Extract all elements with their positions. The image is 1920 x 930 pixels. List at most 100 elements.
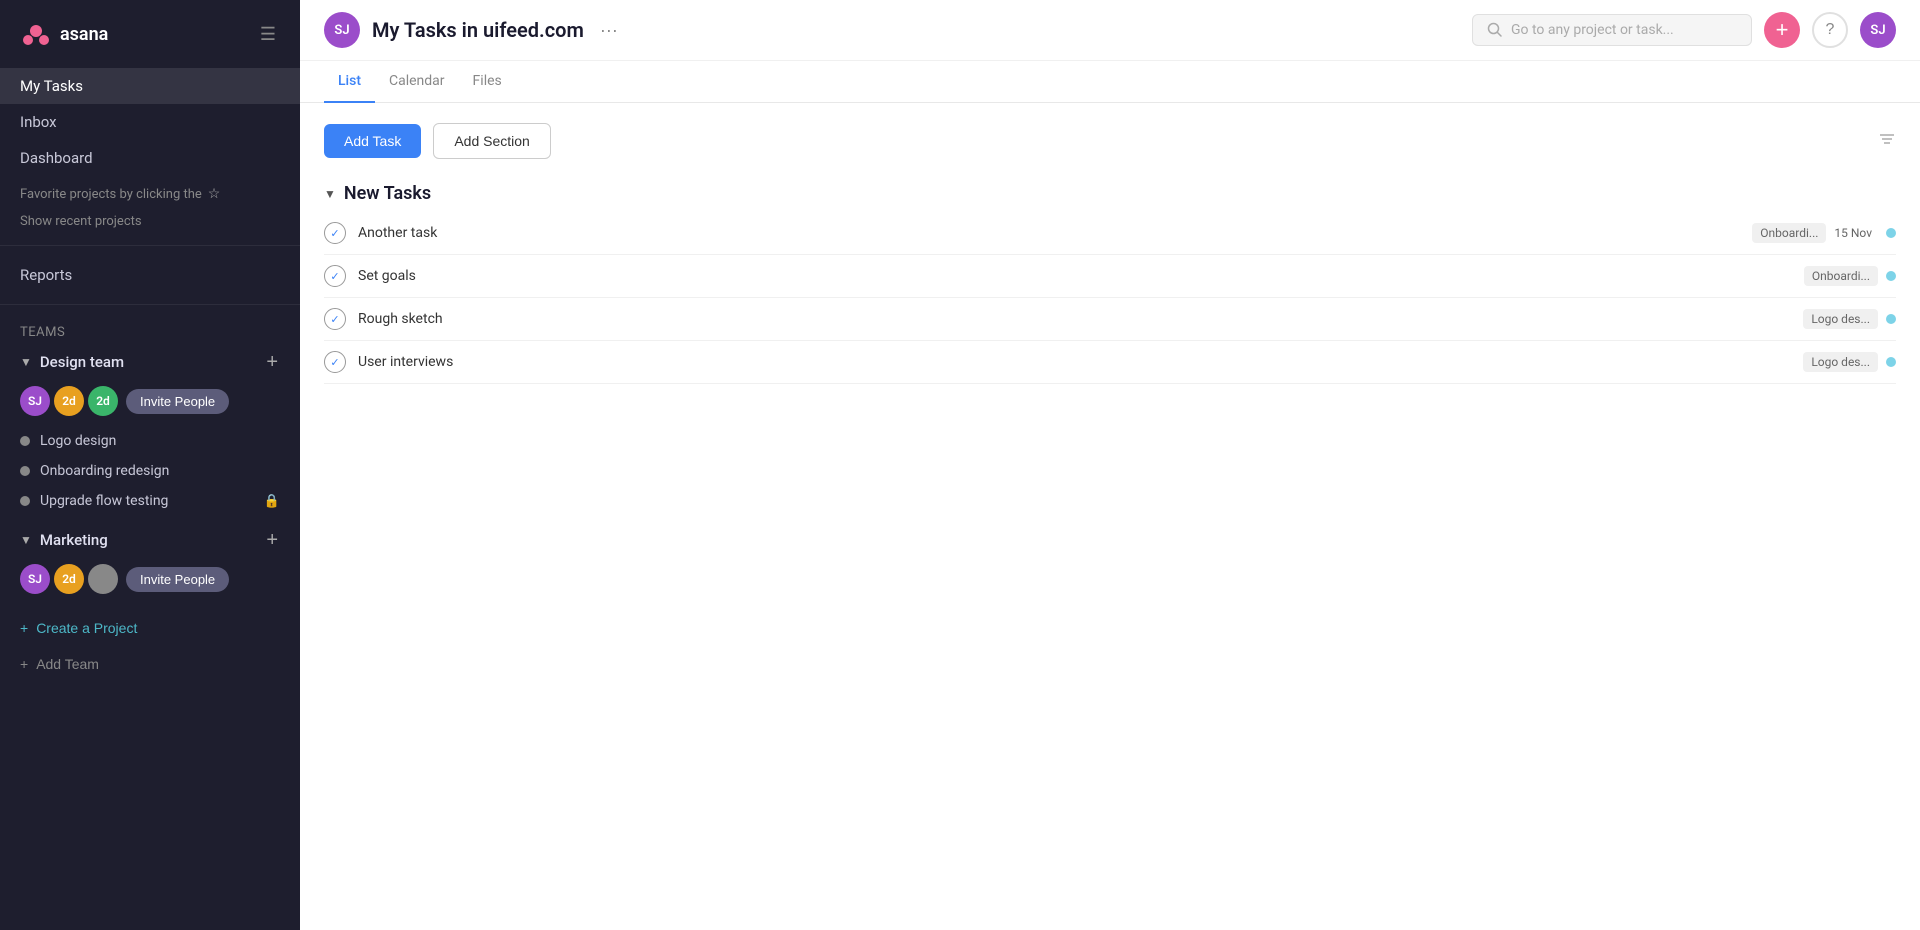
- avatar: 2d: [54, 386, 84, 416]
- sidebar-item-label: Dashboard: [20, 149, 93, 167]
- avatar: SJ: [20, 386, 50, 416]
- task-tag-2: Logo des...: [1803, 309, 1878, 329]
- task-name-2: Rough sketch: [358, 311, 1803, 327]
- table-row[interactable]: ✓ User interviews Logo des...: [324, 341, 1896, 384]
- task-dot-2: [1886, 314, 1896, 324]
- task-check-1[interactable]: ✓: [324, 265, 346, 287]
- chevron-down-icon: ▼: [20, 533, 32, 547]
- tabs-bar: List Calendar Files: [300, 61, 1920, 103]
- marketing-team-invite-button[interactable]: Invite People: [126, 567, 229, 592]
- table-row[interactable]: ✓ Set goals Onboardi...: [324, 255, 1896, 298]
- task-tags-3: Logo des...: [1803, 352, 1896, 372]
- sidebar-item-my-tasks[interactable]: My Tasks: [0, 68, 300, 104]
- team-design-members: SJ 2d 2d Invite People: [0, 380, 300, 426]
- tab-files[interactable]: Files: [459, 61, 516, 103]
- task-check-2[interactable]: ✓: [324, 308, 346, 330]
- help-button[interactable]: ?: [1812, 12, 1848, 48]
- team-marketing-name: Marketing: [40, 531, 108, 549]
- task-check-3[interactable]: ✓: [324, 351, 346, 373]
- team-design-header[interactable]: ▼ Design team +: [0, 344, 300, 380]
- topbar: SJ My Tasks in uifeed.com ··· Go to any …: [300, 0, 1920, 61]
- favorite-hint: Favorite projects by clicking the ☆: [0, 180, 300, 208]
- project-dot: [20, 466, 30, 476]
- tab-list[interactable]: List: [324, 61, 375, 103]
- task-name-0: Another task: [358, 225, 1752, 241]
- chevron-down-icon: ▼: [20, 355, 32, 369]
- add-team-button[interactable]: + Add Team: [0, 646, 300, 682]
- task-check-0[interactable]: ✓: [324, 222, 346, 244]
- main-content: SJ My Tasks in uifeed.com ··· Go to any …: [300, 0, 1920, 930]
- divider: [0, 304, 300, 305]
- task-name-1: Set goals: [358, 268, 1804, 284]
- team-add-button[interactable]: +: [264, 352, 280, 372]
- sidebar-item-inbox[interactable]: Inbox: [0, 104, 300, 140]
- topbar-right: Go to any project or task... + ? SJ: [1472, 12, 1896, 48]
- plus-icon: +: [20, 620, 28, 636]
- content-area: Add Task Add Section ▼ New Tasks ✓ Anoth…: [300, 103, 1920, 930]
- sidebar: asana ☰ My Tasks Inbox Dashboard Favorit…: [0, 0, 300, 930]
- sidebar-item-dashboard[interactable]: Dashboard: [0, 140, 300, 176]
- project-upgrade-flow-testing[interactable]: Upgrade flow testing 🔒: [0, 486, 300, 516]
- team-design: ▼ Design team + SJ 2d 2d Invite People L…: [0, 344, 300, 516]
- create-project-button[interactable]: + Create a Project: [0, 610, 300, 646]
- section-title: New Tasks: [344, 183, 431, 204]
- team-marketing-header-left: ▼ Marketing: [20, 531, 108, 549]
- team-design-name: Design team: [40, 353, 124, 371]
- sidebar-collapse-button[interactable]: ☰: [256, 21, 280, 47]
- task-tag-1: Onboardi...: [1804, 266, 1878, 286]
- page-title: My Tasks in uifeed.com: [372, 18, 584, 42]
- team-marketing-header[interactable]: ▼ Marketing +: [0, 522, 300, 558]
- project-onboarding-redesign[interactable]: Onboarding redesign: [0, 456, 300, 486]
- sidebar-item-label: Inbox: [20, 113, 57, 131]
- task-tags-0: Onboardi... 15 Nov: [1752, 223, 1896, 243]
- topbar-left: SJ My Tasks in uifeed.com ···: [324, 12, 622, 48]
- task-tag-0: Onboardi...: [1752, 223, 1826, 243]
- more-options-button[interactable]: ···: [596, 16, 622, 45]
- project-logo-design[interactable]: Logo design: [0, 426, 300, 456]
- table-row[interactable]: ✓ Rough sketch Logo des...: [324, 298, 1896, 341]
- star-icon: ☆: [208, 186, 221, 202]
- asana-logo: asana: [20, 18, 108, 50]
- add-task-button[interactable]: Add Task: [324, 124, 421, 158]
- tab-calendar[interactable]: Calendar: [375, 61, 459, 103]
- team-design-header-left: ▼ Design team: [20, 353, 124, 371]
- avatar: SJ: [20, 564, 50, 594]
- project-dot: [20, 496, 30, 506]
- teams-label: Teams: [0, 315, 300, 344]
- show-recent-projects[interactable]: Show recent projects: [0, 208, 300, 235]
- task-tags-1: Onboardi...: [1804, 266, 1896, 286]
- search-icon: [1487, 22, 1503, 38]
- sidebar-nav: My Tasks Inbox Dashboard: [0, 64, 300, 180]
- sidebar-item-label: My Tasks: [20, 77, 83, 95]
- task-dot-0: [1886, 228, 1896, 238]
- global-add-button[interactable]: +: [1764, 12, 1800, 48]
- team-marketing: ▼ Marketing + SJ 2d Invite People: [0, 522, 300, 604]
- page-avatar: SJ: [324, 12, 360, 48]
- task-toolbar: Add Task Add Section: [324, 123, 1896, 159]
- sidebar-item-reports[interactable]: Reports: [0, 256, 300, 294]
- sidebar-header: asana ☰: [0, 0, 300, 64]
- divider: [0, 245, 300, 246]
- task-list: ✓ Another task Onboardi... 15 Nov ✓ Set …: [324, 212, 1896, 384]
- task-tag-3: Logo des...: [1803, 352, 1878, 372]
- avatar: [88, 564, 118, 594]
- design-team-invite-button[interactable]: Invite People: [126, 389, 229, 414]
- chevron-down-icon[interactable]: ▼: [324, 187, 336, 201]
- search-box[interactable]: Go to any project or task...: [1472, 14, 1752, 46]
- lock-icon: 🔒: [264, 494, 280, 509]
- filter-icon: [1878, 130, 1896, 148]
- task-tags-2: Logo des...: [1803, 309, 1896, 329]
- asana-logo-icon: [20, 18, 52, 50]
- team-add-button[interactable]: +: [264, 530, 280, 550]
- avatar: 2d: [54, 564, 84, 594]
- filter-button[interactable]: [1878, 130, 1896, 153]
- user-avatar[interactable]: SJ: [1860, 12, 1896, 48]
- task-name-3: User interviews: [358, 354, 1803, 370]
- asana-logo-text: asana: [60, 24, 108, 45]
- team-marketing-members: SJ 2d Invite People: [0, 558, 300, 604]
- avatar: 2d: [88, 386, 118, 416]
- table-row[interactable]: ✓ Another task Onboardi... 15 Nov: [324, 212, 1896, 255]
- add-section-button[interactable]: Add Section: [433, 123, 551, 159]
- task-dot-3: [1886, 357, 1896, 367]
- task-dot-1: [1886, 271, 1896, 281]
